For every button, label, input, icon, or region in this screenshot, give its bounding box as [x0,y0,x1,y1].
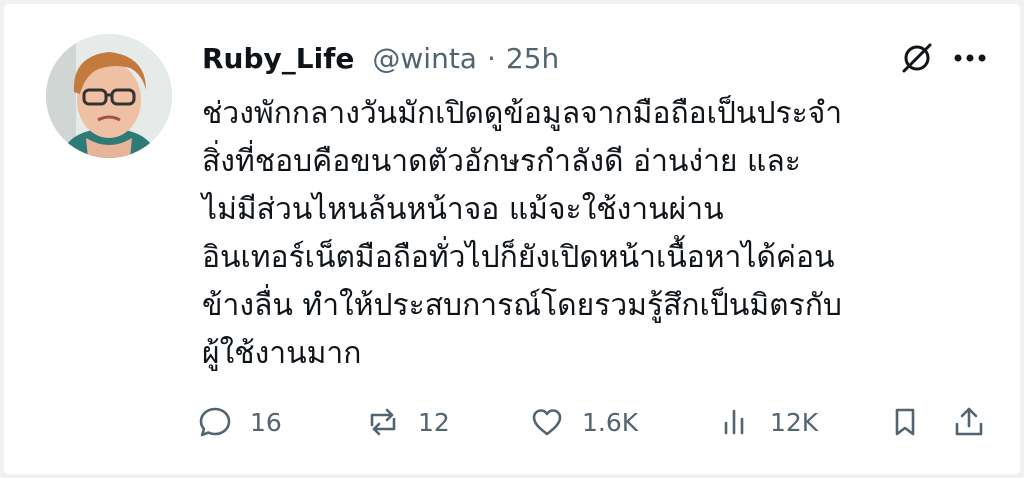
grok-icon[interactable] [899,40,935,76]
post-text: ช่วงพักกลางวันมักเปิดดูข้อมูลจากมือถือเป… [202,90,1002,378]
bookmark-icon [888,405,922,439]
user-handle[interactable]: @winta [372,42,477,75]
like-icon [530,405,564,439]
post-text-line: ข้างลื่น ทำให้ประสบการณ์โดยรวมรู้สึกเป็น… [202,288,842,323]
repost-button[interactable]: 12 [366,400,450,444]
repost-count: 12 [418,407,450,437]
reply-count: 16 [250,407,282,437]
post-text-line: ช่วงพักกลางวันมักเปิดดูข้อมูลจากมือถือเป… [202,96,843,131]
reply-icon [198,405,232,439]
post-text-line: ผู้ใช้งานมาก [202,336,362,371]
reply-button[interactable]: 16 [198,400,282,444]
share-button[interactable] [952,400,986,444]
post-card[interactable]: Ruby_Life @winta · 25h ช่วงพักกลางวันมัก… [4,4,1020,474]
views-button[interactable]: 12K [718,400,818,444]
post-header: Ruby_Life @winta · 25h [202,36,559,80]
timestamp[interactable]: 25h [506,42,559,75]
avatar-image [46,34,172,158]
like-button[interactable]: 1.6K [530,400,638,444]
post-text-line: สิ่งที่ชอบคือขนาดตัวอักษรกำลังดี อ่านง่า… [202,144,801,179]
action-bar: 16 12 1.6K 12K [198,400,998,444]
like-count: 1.6K [582,407,639,437]
repost-icon [366,405,400,439]
share-icon [952,405,986,439]
views-count: 12K [770,407,819,437]
avatar[interactable] [46,34,172,158]
views-icon [718,405,752,439]
bookmark-button[interactable] [888,400,922,444]
post-text-line: ไม่มีส่วนไหนล้นหน้าจอ แม้จะใช้งานผ่าน [202,192,724,227]
more-icon[interactable] [948,40,992,76]
display-name[interactable]: Ruby_Life [202,42,354,75]
post-text-line: อินเทอร์เน็ตมือถือทั่วไปก็ยังเปิดหน้าเนื… [202,240,835,275]
separator-dot: · [486,41,496,75]
